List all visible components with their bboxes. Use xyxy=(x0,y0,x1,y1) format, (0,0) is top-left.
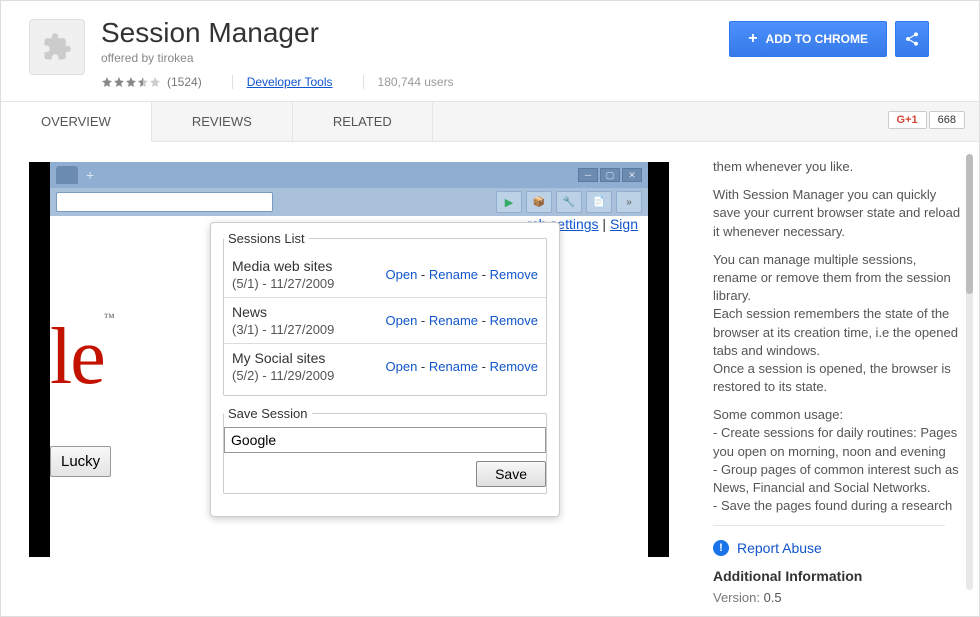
remove-link[interactable]: Remove xyxy=(490,313,538,328)
scroll-thumb[interactable] xyxy=(966,154,973,294)
save-button[interactable]: Save xyxy=(476,461,546,487)
save-session-legend: Save Session xyxy=(224,406,312,421)
session-row: My Social sites(5/2) - 11/29/2009 Open -… xyxy=(224,344,546,389)
toolbar-icon: 🔧 xyxy=(556,191,582,213)
session-popup: Sessions List Media web sites(5/1) - 11/… xyxy=(210,222,560,517)
page-icon: 📄 xyxy=(586,191,612,213)
gplus-count: 668 xyxy=(929,111,965,129)
address-bar xyxy=(56,192,273,212)
alert-icon: ! xyxy=(713,540,729,556)
extension-toolbar-icon: 📦 xyxy=(526,191,552,213)
screenshot-carousel[interactable]: + ─ ▢ ✕ ▶ 📦 🔧 📄 » xyxy=(29,162,669,557)
rename-link[interactable]: Rename xyxy=(429,313,478,328)
remove-link[interactable]: Remove xyxy=(490,359,538,374)
close-window-icon: ✕ xyxy=(622,168,642,182)
rename-link[interactable]: Rename xyxy=(429,359,478,374)
open-link[interactable]: Open xyxy=(386,313,418,328)
tab-overview[interactable]: OVERVIEW xyxy=(1,102,152,142)
puzzle-icon xyxy=(42,32,72,62)
report-abuse-link[interactable]: !Report Abuse xyxy=(713,540,961,556)
google-logo-fragment: le™ xyxy=(50,312,113,403)
maximize-icon: ▢ xyxy=(600,168,620,182)
tab-reviews[interactable]: REVIEWS xyxy=(152,102,293,141)
session-name-input[interactable] xyxy=(224,427,546,453)
tab-related[interactable]: RELATED xyxy=(293,102,433,141)
new-tab-icon: + xyxy=(86,167,94,183)
description: them whenever you like. With Session Man… xyxy=(713,158,961,515)
open-link[interactable]: Open xyxy=(386,267,418,282)
sessions-list-legend: Sessions List xyxy=(224,231,309,246)
rating-stars xyxy=(101,76,161,88)
browser-tab xyxy=(56,166,78,184)
gplus-button[interactable]: G+1 xyxy=(888,111,927,129)
scrollbar[interactable] xyxy=(966,154,973,590)
open-link[interactable]: Open xyxy=(386,359,418,374)
category-link[interactable]: Developer Tools xyxy=(247,75,333,89)
add-to-chrome-button[interactable]: +ADD TO CHROME xyxy=(729,21,887,57)
session-row: Media web sites(5/1) - 11/27/2009 Open -… xyxy=(224,252,546,298)
sidebar: them whenever you like. With Session Man… xyxy=(709,142,979,602)
remove-link[interactable]: Remove xyxy=(490,267,538,282)
share-icon xyxy=(904,31,920,47)
lucky-button: Lucky xyxy=(50,446,111,477)
chevron-icon: » xyxy=(616,191,642,213)
rating-count: (1524) xyxy=(167,75,202,89)
header: Session Manager offered by tirokea (1524… xyxy=(1,1,979,101)
tab-bar: OVERVIEW REVIEWS RELATED G+1 668 xyxy=(1,101,979,142)
share-button[interactable] xyxy=(895,21,929,57)
minimize-icon: ─ xyxy=(578,168,598,182)
rename-link[interactable]: Rename xyxy=(429,267,478,282)
additional-information: Additional Information Version: 0.5 Upda… xyxy=(713,568,961,602)
play-icon: ▶ xyxy=(496,191,522,213)
user-count: 180,744 users xyxy=(378,75,454,89)
session-row: News(3/1) - 11/27/2009 Open - Rename - R… xyxy=(224,298,546,344)
plus-icon: + xyxy=(748,30,757,48)
extension-icon xyxy=(29,19,85,75)
